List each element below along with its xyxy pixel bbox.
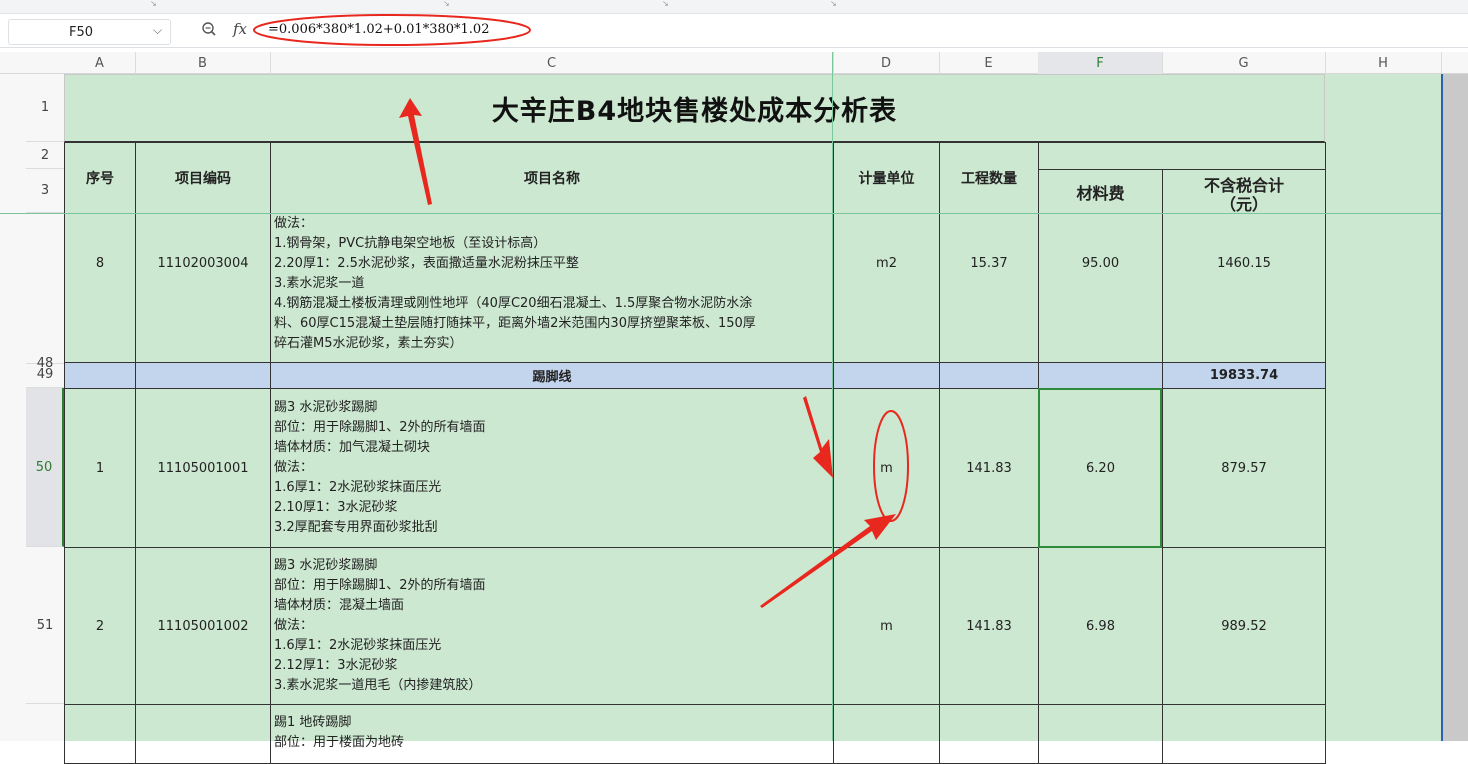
annotation-overlay xyxy=(253,14,909,608)
arrow-to-title xyxy=(399,98,432,205)
arrow-up-right xyxy=(760,514,896,608)
unit-highlight-ellipse xyxy=(873,410,909,522)
arrow-down-right xyxy=(803,396,833,478)
formula-highlight-ellipse xyxy=(253,14,531,46)
